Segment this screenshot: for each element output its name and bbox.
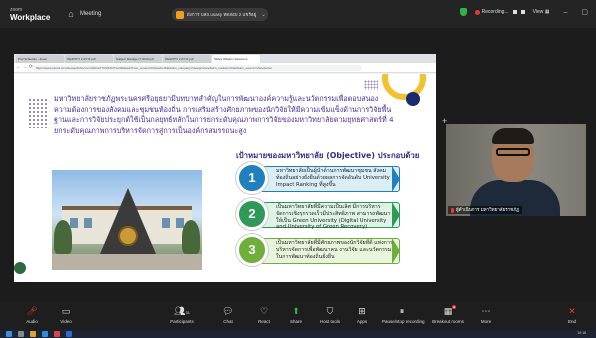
zoom-logo: zoom Workplace bbox=[0, 6, 50, 22]
minimize-icon[interactable]: – bbox=[563, 9, 567, 16]
shared-screen: Prof Schedule - Zoom ส่งเอกสาร 2 ตรวจ pd… bbox=[14, 54, 436, 282]
window bbox=[70, 218, 78, 228]
maximize-icon[interactable]: ▢ bbox=[581, 8, 588, 16]
objective-item-2: 2 เป็นมหาวิทยาลัยที่มีความเป็นเลิศ มีการ… bbox=[236, 198, 402, 230]
chat-icon: 💬︎ bbox=[222, 306, 234, 316]
browser-tab-active[interactable]: Slides Wisdom Resource bbox=[212, 55, 260, 63]
zoom-window: zoom Workplace ⌂ Meeting ผังการ บสถ.usas… bbox=[0, 0, 596, 338]
pause-recording-button[interactable]: ⏸ Pause/stop recording bbox=[382, 306, 425, 324]
window bbox=[84, 218, 92, 228]
meeting-toolbar: 🎤︎ Audio ▭ Video 👥︎31 Participants 💬︎ Ch… bbox=[0, 302, 596, 330]
mic-muted-icon bbox=[451, 207, 454, 213]
stop-icon[interactable] bbox=[520, 10, 525, 14]
browser-address-bar: ← → ⟳ https://www.canva.com/design/DAG/x… bbox=[14, 63, 436, 73]
pause-recording-icon: ⏸ bbox=[399, 306, 405, 316]
decor-circle bbox=[406, 92, 420, 106]
tree bbox=[182, 220, 200, 254]
share-icon bbox=[176, 10, 184, 19]
apps-button[interactable]: ⊞ Apps bbox=[342, 306, 382, 324]
participants-icon: 👥︎31 bbox=[174, 306, 190, 316]
browser-tab[interactable]: ส่งเอกสาร 2 ตรวจ pdf bbox=[163, 55, 211, 63]
view-label: View bbox=[532, 9, 544, 15]
participant-name: ผู้ดำเนินการ มหาวิทยาลัยราชภัฏ bbox=[456, 207, 520, 212]
objective-item-1: 1 มหาวิทยาลัยเป็นผู้นำด้านการพัฒนาชุมชน … bbox=[236, 162, 402, 194]
objective-title: เป้าหมายของมหาวิทยาลัย (Objective) ประกอ… bbox=[236, 151, 420, 160]
chat-label: Chat bbox=[223, 319, 233, 324]
title-bar: zoom Workplace ⌂ Meeting ผังการ บสถ.usas… bbox=[0, 0, 596, 28]
participant-nametag: ผู้ดำเนินการ มหาวิทยาลัยราชภัฏ bbox=[448, 206, 523, 214]
close-icon: ✕ bbox=[568, 306, 576, 316]
participant-video-tile[interactable]: ผู้ดำเนินการ มหาวิทยาลัยราชภัฏ bbox=[446, 124, 586, 216]
pause-icon[interactable] bbox=[512, 10, 517, 14]
more-button[interactable]: ⋯ More bbox=[466, 306, 506, 324]
chat-button[interactable]: 💬︎ Chat bbox=[208, 306, 248, 324]
objective-text: เป็นมหาวิทยาลัยที่มีความเป็นเลิศ มีการบร… bbox=[276, 204, 391, 231]
more-label: More bbox=[480, 319, 492, 324]
chevron-down-icon[interactable]: ⌄ bbox=[261, 11, 266, 18]
clock: 10:18 bbox=[577, 331, 586, 335]
objective-number: 3 bbox=[236, 234, 268, 266]
browser-nav-icons[interactable]: ← → ⟳ bbox=[16, 64, 33, 70]
home-icon[interactable]: ⌂ bbox=[64, 7, 78, 21]
ground bbox=[52, 254, 202, 270]
folder-icon[interactable] bbox=[30, 331, 36, 337]
participants-count: 31 bbox=[185, 310, 190, 315]
campus-photo bbox=[52, 170, 202, 270]
objective-text: เป็นมหาวิทยาลัยที่มีศักยภาพของนักวิจัยที… bbox=[276, 240, 393, 260]
end-button[interactable]: ✕ End bbox=[552, 306, 592, 324]
screen-share-indicator[interactable]: ผังการ บสถ.usasy ทดสอบ 2 แชร์อยู่ ⌄ bbox=[172, 8, 268, 21]
breakout-rooms-button[interactable]: ▦ ● Breakout rooms bbox=[428, 305, 468, 324]
browser-tab-strip: Prof Schedule - Zoom ส่งเอกสาร 2 ตรวจ pd… bbox=[14, 54, 436, 63]
security-shield-icon[interactable] bbox=[459, 8, 467, 16]
participant-hair bbox=[492, 128, 534, 144]
video-icon: ▭ bbox=[61, 306, 71, 316]
objective-number: 2 bbox=[236, 198, 268, 230]
view-button[interactable]: View ▦ bbox=[533, 9, 550, 15]
recording-indicator[interactable]: Recording... bbox=[474, 9, 525, 15]
zoom-taskbar-icon[interactable] bbox=[66, 331, 72, 337]
decor-side-dots bbox=[28, 98, 48, 128]
breakout-rooms-label: Breakout rooms bbox=[432, 319, 464, 324]
browser-tab[interactable]: Prof Schedule - Zoom bbox=[16, 55, 64, 63]
video-button[interactable]: ▭ Video bbox=[46, 306, 86, 324]
chrome-icon[interactable] bbox=[54, 331, 60, 337]
participants-label: Participants bbox=[170, 319, 194, 324]
presentation-slide: มหาวิทยาลัยราชภัฏพระนครศรีอยุธยามีบทบาทส… bbox=[14, 74, 436, 282]
apps-icon: ⊞ bbox=[358, 306, 366, 316]
os-taskbar: 10:18 bbox=[0, 330, 596, 338]
browser-tab[interactable]: Subject Manage IT 2019 pdf bbox=[114, 55, 162, 63]
slide-intro-paragraph: มหาวิทยาลัยราชภัฏพระนครศรีอยุธยามีบทบาทส… bbox=[54, 94, 394, 135]
start-icon[interactable] bbox=[6, 331, 12, 337]
record-dot-icon bbox=[474, 9, 480, 15]
pause-recording-label: Pause/stop recording bbox=[382, 319, 425, 324]
breakout-rooms-icon: ▦ bbox=[443, 306, 453, 316]
objective-text: มหาวิทยาลัยเป็นผู้นำด้านการพัฒนาชุมชน สั… bbox=[276, 168, 390, 188]
window bbox=[162, 218, 170, 228]
search-icon[interactable] bbox=[18, 331, 24, 337]
url-input[interactable]: https://www.canva.com/design/DAG/xcr/ncE… bbox=[32, 65, 362, 71]
share-title: ผังการ บสถ.usasy ทดสอบ 2 แชร์อยู่ bbox=[187, 12, 257, 17]
apps-label: Apps bbox=[356, 319, 368, 324]
end-label: End bbox=[567, 319, 576, 324]
edge-icon[interactable] bbox=[42, 331, 48, 337]
more-icon: ⋯ bbox=[481, 306, 491, 316]
brand-line-2: Workplace bbox=[10, 13, 51, 22]
tree bbox=[54, 220, 72, 254]
recording-label: Recording... bbox=[481, 9, 509, 15]
participant-glasses bbox=[496, 148, 530, 156]
slide-app-icon[interactable] bbox=[14, 262, 26, 274]
participants-button[interactable]: 👥︎31 Participants bbox=[162, 306, 202, 324]
university-seal bbox=[118, 226, 138, 246]
title-controls: Recording... View ▦ – ▢ bbox=[459, 8, 588, 16]
video-label: Video bbox=[60, 319, 72, 324]
browser-tab[interactable]: ส่งเอกสาร 2 ตรวจ pdf bbox=[65, 55, 113, 63]
objective-number: 1 bbox=[236, 162, 268, 194]
decor-dots bbox=[364, 80, 378, 90]
objective-item-3: 3 เป็นมหาวิทยาลัยที่มีศักยภาพของนักวิจัย… bbox=[236, 234, 402, 266]
meeting-tab[interactable]: Meeting bbox=[80, 11, 101, 17]
